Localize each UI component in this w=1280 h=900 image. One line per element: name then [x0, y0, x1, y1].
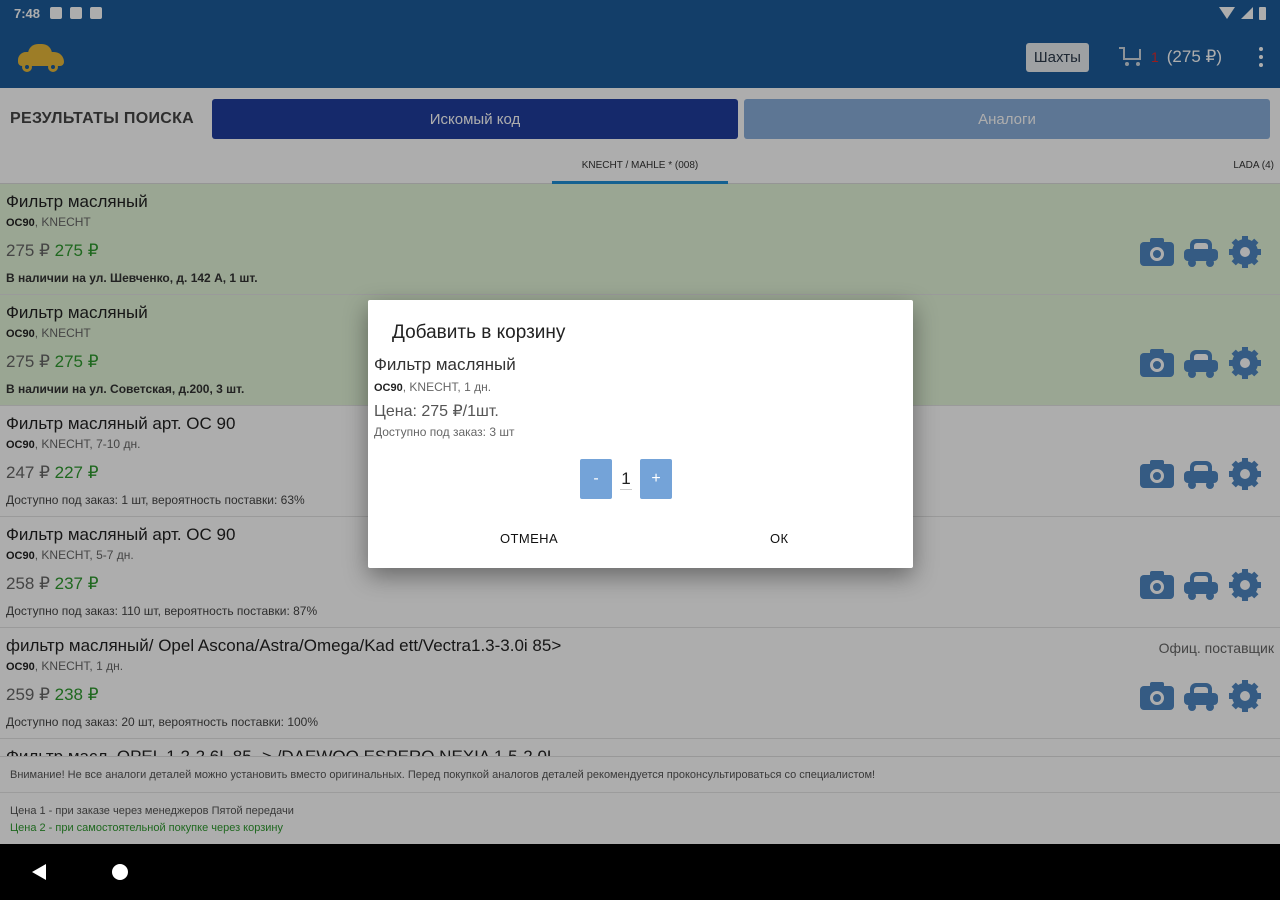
system-nav-bar [0, 844, 1280, 900]
cancel-button[interactable]: ОТМЕНА [500, 531, 558, 546]
ok-button[interactable]: ОК [770, 531, 789, 546]
back-icon[interactable] [32, 864, 46, 880]
dialog-availability: Доступно под заказ: 3 шт [374, 425, 515, 439]
quantity-input[interactable] [620, 468, 632, 490]
dialog-title: Добавить в корзину [392, 322, 566, 343]
increment-button[interactable]: + [640, 459, 672, 499]
dialog-price: Цена: 275 ₽/1шт. [374, 403, 499, 420]
dialog-product-meta: OC90, KNECHT, 1 дн. [374, 380, 492, 394]
quantity-stepper: - + [580, 459, 672, 499]
home-icon[interactable] [112, 864, 128, 880]
decrement-button[interactable]: - [580, 459, 612, 499]
dialog-product-name: Фильтр масляный [374, 355, 516, 374]
add-to-cart-dialog: Добавить в корзину Фильтр масляный OC90,… [368, 300, 913, 568]
